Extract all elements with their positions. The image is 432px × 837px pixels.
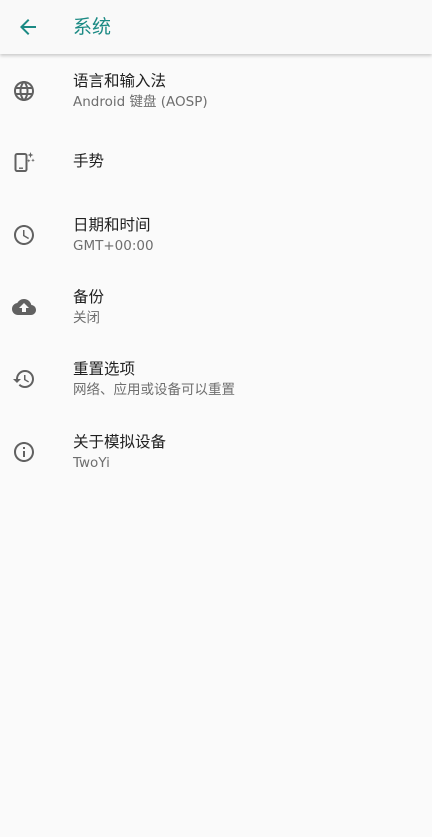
setting-backup[interactable]: 备份 关闭 <box>0 271 432 343</box>
system-settings-screen: 系统 语言和输入法 Android 键盘 (AOSP) 手势 日期和时间 GMT… <box>0 0 432 837</box>
setting-about-device[interactable]: 关于模拟设备 TwoYi <box>0 416 432 488</box>
cloud-upload-icon <box>12 295 36 319</box>
setting-title: 手势 <box>73 152 105 170</box>
setting-summary: TwoYi <box>73 455 110 471</box>
setting-summary: Android 键盘 (AOSP) <box>73 94 208 110</box>
info-icon <box>12 440 36 464</box>
restore-icon <box>12 367 36 391</box>
setting-title: 语言和输入法 <box>73 72 167 90</box>
setting-gestures[interactable]: 手势 <box>0 127 432 199</box>
app-bar: 系统 <box>0 0 432 54</box>
setting-date-time[interactable]: 日期和时间 GMT+00:00 <box>0 199 432 271</box>
setting-summary: 关闭 <box>73 310 100 326</box>
setting-summary: GMT+00:00 <box>73 238 154 254</box>
setting-title: 备份 <box>73 288 105 306</box>
setting-languages-input[interactable]: 语言和输入法 Android 键盘 (AOSP) <box>0 55 432 127</box>
globe-icon <box>12 79 36 103</box>
arrow-back-icon <box>16 15 40 39</box>
setting-title: 日期和时间 <box>73 216 151 234</box>
back-button[interactable] <box>4 3 52 51</box>
setting-summary: 网络、应用或设备可以重置 <box>73 382 235 398</box>
clock-icon <box>12 223 36 247</box>
page-title: 系统 <box>73 16 112 38</box>
setting-title: 关于模拟设备 <box>73 433 167 451</box>
setting-title: 重置选项 <box>73 360 136 378</box>
setting-reset-options[interactable]: 重置选项 网络、应用或设备可以重置 <box>0 343 432 415</box>
gesture-phone-icon <box>12 150 36 174</box>
